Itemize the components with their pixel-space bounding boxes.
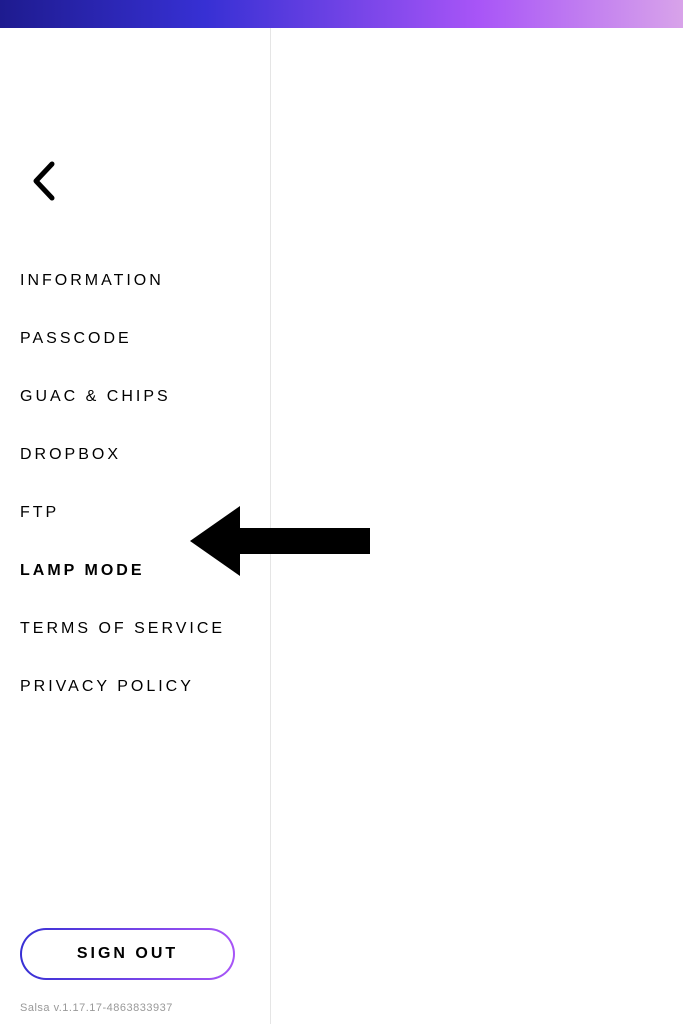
sign-out-label: SIGN OUT <box>22 930 233 978</box>
menu-item-privacy[interactable]: PRIVACY POLICY <box>20 678 270 696</box>
menu-item-terms[interactable]: TERMS OF SERVICE <box>20 620 270 638</box>
back-button[interactable] <box>30 160 270 207</box>
sign-out-button[interactable]: SIGN OUT <box>20 928 235 980</box>
version-text: Salsa v.1.17.17-4863833937 <box>20 1002 173 1014</box>
sidebar-content: INFORMATION PASSCODE GUAC & CHIPS DROPBO… <box>20 160 270 696</box>
menu-item-lamp-mode[interactable]: LAMP MODE <box>20 562 270 580</box>
menu-item-guac-chips[interactable]: GUAC & CHIPS <box>20 388 270 406</box>
chevron-left-icon <box>30 160 58 202</box>
menu-item-ftp[interactable]: FTP <box>20 504 270 522</box>
vertical-divider <box>270 28 271 1024</box>
menu-item-dropbox[interactable]: DROPBOX <box>20 446 270 464</box>
top-gradient-bar <box>0 0 683 28</box>
menu-item-information[interactable]: INFORMATION <box>20 272 270 290</box>
menu-item-passcode[interactable]: PASSCODE <box>20 330 270 348</box>
menu-list: INFORMATION PASSCODE GUAC & CHIPS DROPBO… <box>20 272 270 696</box>
